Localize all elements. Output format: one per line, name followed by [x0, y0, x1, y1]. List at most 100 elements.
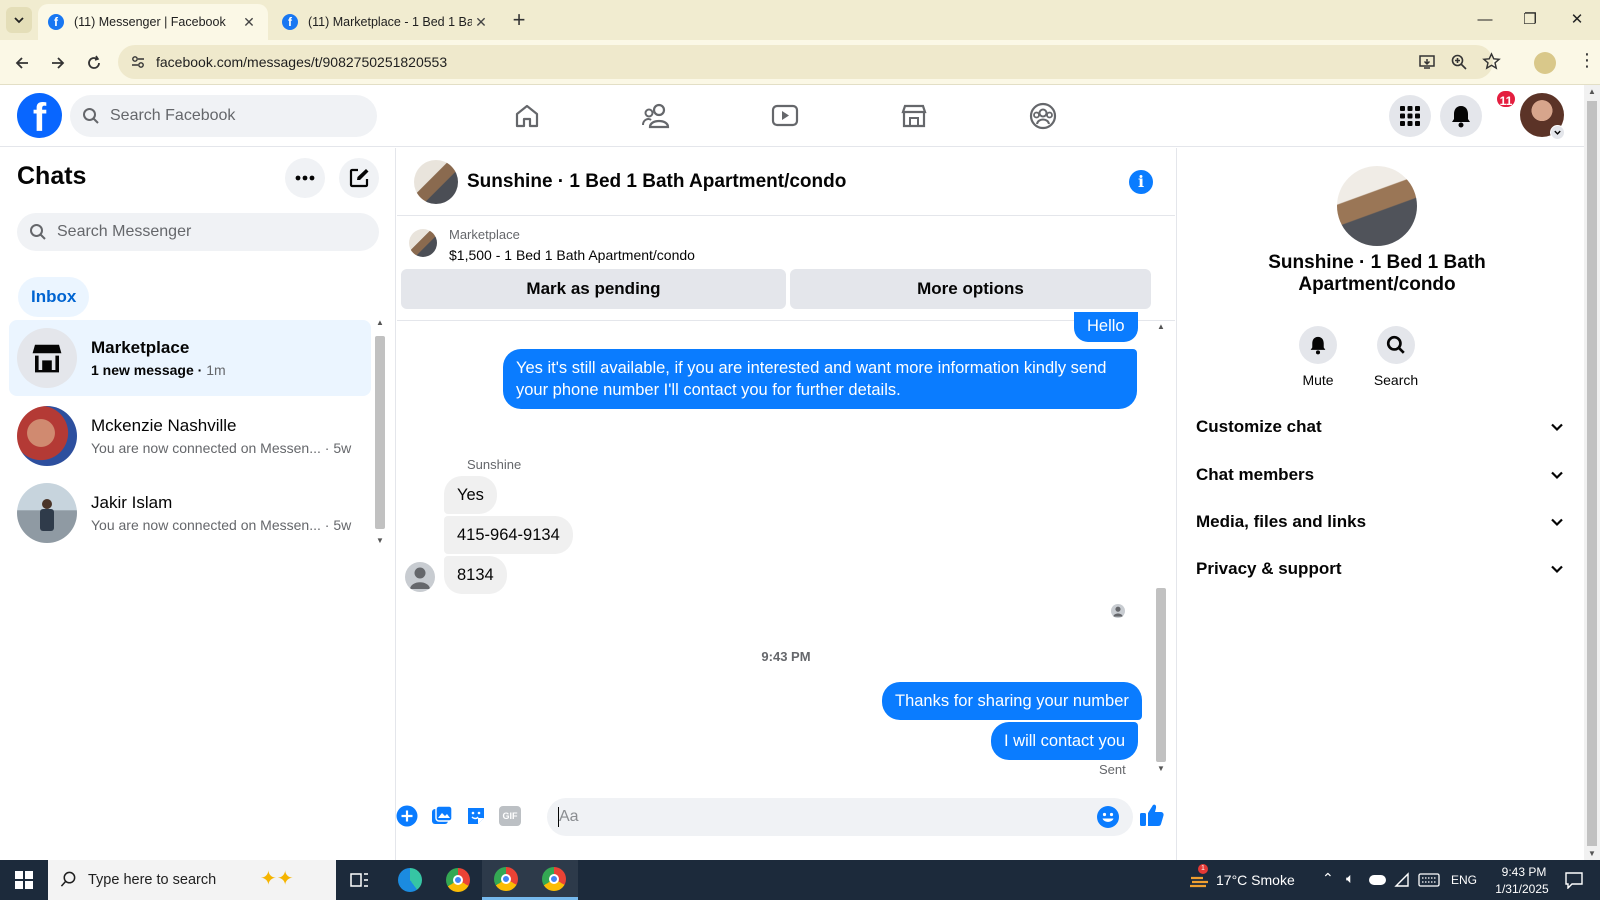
- task-view-button[interactable]: [336, 860, 384, 900]
- browser-menu-icon[interactable]: ⋮: [1578, 50, 1596, 71]
- weather-text[interactable]: 17°C Smoke: [1216, 872, 1295, 888]
- chat-preview: You are now connected on Messen... · 5w: [91, 440, 352, 456]
- close-tab-icon[interactable]: ✕: [472, 14, 490, 31]
- send-like-button[interactable]: [1138, 801, 1166, 829]
- nav-friends[interactable]: [638, 98, 674, 134]
- address-bar-row: facebook.com/messages/t/9082750251820553…: [0, 40, 1600, 85]
- minimize-button[interactable]: —: [1470, 8, 1500, 32]
- url-text: facebook.com/messages/t/9082750251820553: [156, 54, 448, 70]
- message-composer: GIF Aa: [395, 790, 1175, 846]
- sender-name: Sunshine: [467, 457, 522, 472]
- account-chevron-icon[interactable]: [1550, 125, 1565, 140]
- chrome-active-app[interactable]: [530, 860, 578, 900]
- listing-thumbnail[interactable]: [409, 229, 437, 257]
- search-placeholder: Search Facebook: [110, 107, 236, 124]
- facebook-icon: f: [48, 14, 64, 30]
- more-actions-button[interactable]: [395, 804, 419, 828]
- search-in-chat-button[interactable]: Search: [1356, 326, 1436, 388]
- onedrive-icon[interactable]: [1369, 875, 1386, 885]
- mute-button[interactable]: Mute: [1278, 326, 1358, 388]
- volume-icon[interactable]: 🔈︎: [1346, 870, 1354, 887]
- contact-avatar: [17, 406, 77, 466]
- chats-scrollbar[interactable]: ▲ ▼: [374, 318, 386, 552]
- windows-taskbar: Type here to search ✦✦ 1 17°C Smoke ⌃ 🔈︎…: [0, 860, 1600, 900]
- customize-chat-section[interactable]: Customize chat: [1196, 407, 1564, 447]
- restore-button[interactable]: ❐: [1515, 8, 1545, 32]
- facebook-logo[interactable]: f: [17, 93, 62, 138]
- search-label: Search: [1373, 372, 1419, 388]
- close-tab-icon[interactable]: ✕: [240, 14, 258, 31]
- tab-title: (11) Marketplace - 1 Bed 1 Bath: [308, 15, 472, 29]
- chat-avatar[interactable]: [1337, 166, 1417, 246]
- chat-item-marketplace[interactable]: Marketplace 1 new message · 1m: [9, 320, 371, 396]
- nav-groups[interactable]: [1025, 98, 1061, 134]
- clock-date[interactable]: 1/31/2025: [1490, 882, 1554, 896]
- keyboard-icon[interactable]: [1418, 873, 1440, 887]
- profile-icon[interactable]: [1534, 52, 1556, 74]
- start-button[interactable]: [0, 860, 48, 900]
- chrome-profile-app[interactable]: [482, 860, 530, 900]
- site-settings-icon[interactable]: [130, 54, 146, 70]
- chat-item-jakir-islam[interactable]: Jakir Islam You are now connected on Mes…: [9, 475, 371, 551]
- chat-item-mckenzie-nashville[interactable]: Mckenzie Nashville You are now connected…: [9, 398, 371, 474]
- forward-button[interactable]: [45, 50, 71, 76]
- weather-icon[interactable]: 1: [1188, 864, 1210, 890]
- conversation-title[interactable]: Sunshine · 1 Bed 1 Bath Apartment/condo: [467, 171, 846, 193]
- tab-search-button[interactable]: [6, 7, 32, 33]
- forward-arrow-icon: [52, 57, 65, 69]
- photo-icon: [432, 805, 453, 824]
- notifications-button[interactable]: [1440, 95, 1482, 137]
- plus-circle-icon: [396, 805, 418, 827]
- network-icon[interactable]: [1394, 872, 1410, 888]
- nav-marketplace[interactable]: [896, 98, 932, 134]
- sticker-button[interactable]: [464, 804, 488, 828]
- tray-expand-icon[interactable]: ⌃: [1322, 870, 1334, 887]
- chat-members-section[interactable]: Chat members: [1196, 455, 1564, 495]
- edge-app[interactable]: [386, 860, 434, 900]
- language-indicator[interactable]: ENG: [1451, 873, 1477, 887]
- page-scrollbar[interactable]: ▲ ▼: [1584, 85, 1600, 860]
- nav-watch[interactable]: [767, 98, 803, 134]
- media-files-links-section[interactable]: Media, files and links: [1196, 502, 1564, 542]
- back-arrow-icon: [15, 57, 28, 69]
- info-icon[interactable]: i: [1129, 170, 1153, 194]
- more-options-button[interactable]: More options: [790, 269, 1151, 309]
- privacy-support-section[interactable]: Privacy & support: [1196, 549, 1564, 589]
- reload-button[interactable]: [81, 50, 107, 76]
- search-icon: [60, 871, 76, 887]
- conversation-avatar[interactable]: [414, 160, 458, 204]
- seen-avatar: [1111, 604, 1125, 618]
- back-button[interactable]: [9, 50, 35, 76]
- messenger-search-input[interactable]: Search Messenger: [17, 213, 379, 251]
- chat-preview: You are now connected on Messen... · 5w: [91, 517, 352, 533]
- mark-as-pending-button[interactable]: Mark as pending: [401, 269, 786, 309]
- message-input[interactable]: Aa: [547, 798, 1133, 836]
- conversation-scrollbar[interactable]: ▲ ▼: [1155, 322, 1167, 776]
- clock-time[interactable]: 9:43 PM: [1496, 865, 1552, 879]
- outgoing-message: Yes it's still available, if you are int…: [503, 349, 1137, 409]
- attach-photo-button[interactable]: [430, 804, 454, 828]
- nav-home[interactable]: [509, 98, 545, 134]
- emoji-icon[interactable]: [1096, 805, 1120, 829]
- new-message-button[interactable]: [339, 158, 379, 198]
- chrome-icon: [542, 866, 566, 891]
- close-window-button[interactable]: ✕: [1562, 8, 1592, 32]
- tab-messenger[interactable]: f (11) Messenger | Facebook ✕: [38, 4, 268, 40]
- notification-center-icon[interactable]: [1564, 871, 1584, 889]
- omnibox[interactable]: facebook.com/messages/t/9082750251820553: [118, 45, 1493, 79]
- gif-button[interactable]: GIF: [498, 804, 522, 828]
- taskbar-search-input[interactable]: Type here to search ✦✦: [48, 860, 336, 900]
- menu-button[interactable]: [1389, 95, 1431, 137]
- chat-options-button[interactable]: [285, 158, 325, 198]
- person-icon: [410, 567, 430, 589]
- chats-title: Chats: [17, 162, 87, 190]
- tab-marketplace[interactable]: f (11) Marketplace - 1 Bed 1 Bath ✕: [272, 4, 500, 40]
- bookmark-star-icon[interactable]: [1482, 52, 1501, 71]
- install-app-icon[interactable]: [1418, 53, 1436, 71]
- chrome-app[interactable]: [434, 860, 482, 900]
- facebook-search-input[interactable]: Search Facebook: [70, 95, 377, 137]
- zoom-icon[interactable]: [1450, 53, 1468, 71]
- new-tab-button[interactable]: +: [506, 8, 532, 34]
- inbox-filter-tab[interactable]: Inbox: [18, 277, 90, 317]
- listing-title[interactable]: $1,500 - 1 Bed 1 Bath Apartment/condo: [449, 247, 695, 263]
